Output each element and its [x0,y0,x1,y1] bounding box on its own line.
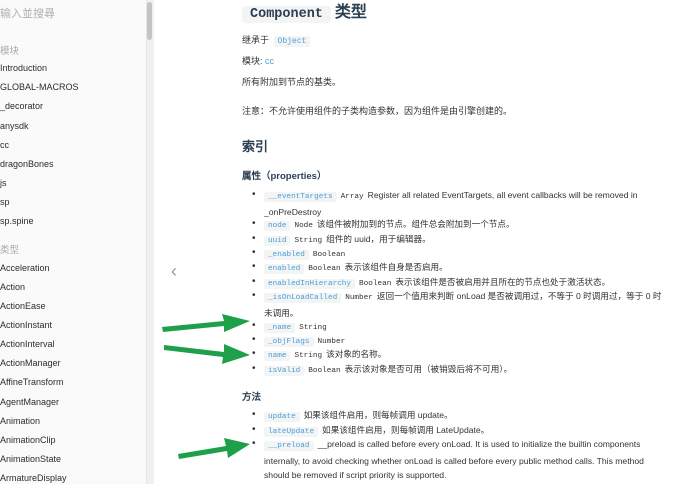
page-title: Component 类型 [242,0,367,23]
property-type[interactable]: Boolean [313,251,345,259]
description: 所有附加到节点的基类。 [242,77,342,87]
property-type[interactable]: Number [318,338,346,346]
sidebar-item-dragonbones[interactable]: dragonBones [0,159,54,169]
sidebar-item-armaturedisplay[interactable]: ArmatureDisplay [0,473,67,483]
property-name[interactable]: _objFlags [264,337,314,347]
sidebar-item-sp-spine[interactable]: sp.spine [0,216,34,226]
page-title-code: Component [242,6,331,23]
sidebar-item-cc[interactable]: cc [0,140,9,150]
sidebar-item-actioninterval[interactable]: ActionInterval [0,339,55,349]
sidebar-item-decorator[interactable]: _decorator [0,101,43,111]
method-name[interactable]: __preload [264,441,314,451]
sidebar-item-global-macros[interactable]: GLOBAL-MACROS [0,82,79,92]
property-type[interactable]: Boolean [308,265,340,273]
sidebar-item-animation[interactable]: Animation [0,416,40,426]
sidebar-item-actionease[interactable]: ActionEase [0,301,46,311]
property-name[interactable]: enabledInHierarchy [264,279,356,289]
sidebar-item-animationclip[interactable]: AnimationClip [0,435,56,445]
module-line: 模块: cc [242,54,274,67]
list-item: • isValid Boolean 表示该对象是否可用（被销毁后将不可用）。 [252,363,513,376]
property-type[interactable]: Node [294,222,312,230]
sidebar-section-modules: 模块 [0,46,20,57]
property-name[interactable]: node [264,221,291,231]
module-label: 模块: [242,56,263,66]
sidebar-item-sp[interactable]: sp [0,197,10,207]
property-desc: 表示该组件是否被启用并且所在的节点也处于激活状态。 [395,277,611,287]
sidebar-item-js[interactable]: js [0,178,7,188]
method-desc: 如果该组件启用，则每帧调用 LateUpdate。 [322,425,490,435]
green-arrow-icon [160,310,252,336]
sidebar-item-animationstate[interactable]: AnimationState [0,454,61,464]
property-type[interactable]: String [294,237,322,245]
list-item: • _isOnLoadCalled Number 返回一个值用来判断 onLoad … [252,290,662,318]
property-desc: 该组件被附加到的节点。组件总会附加到一个节点。 [316,219,515,229]
search-input[interactable]: 输入並搜尋 [0,5,55,21]
property-name[interactable]: uuid [264,236,291,246]
property-type[interactable]: Array [341,193,364,201]
property-name[interactable]: enabled [264,264,305,274]
page-title-suffix: 类型 [334,4,367,21]
sidebar-item-action[interactable]: Action [0,282,25,292]
sidebar-item-actionmanager[interactable]: ActionManager [0,358,61,368]
property-name[interactable]: __eventTargets [264,192,337,202]
sidebar-item-affinetransform[interactable]: AffineTransform [0,377,64,387]
sidebar-item-introduction[interactable]: Introduction [0,63,47,73]
property-name[interactable]: _isOnLoadCalled [264,293,342,303]
extends-link[interactable]: Object [273,36,311,47]
sidebar-item-agentmanager[interactable]: AgentManager [0,397,59,407]
list-item: • __preload __preload is called before ev… [252,438,644,480]
property-name[interactable]: isValid [264,366,305,376]
property-name[interactable]: _enabled [264,250,309,260]
sidebar-section-types: 类型 [0,245,20,256]
property-name[interactable]: _name [264,323,296,333]
property-type[interactable]: Boolean [308,367,340,375]
methods-heading: 方法 [242,392,262,403]
property-name[interactable]: name [264,351,291,361]
method-desc: __preload is called before every onLoad.… [264,439,644,480]
sidebar-item-actioninstant[interactable]: ActionInstant [0,320,52,330]
sidebar-item-acceleration[interactable]: Acceleration [0,263,50,273]
module-link[interactable]: cc [265,56,274,66]
method-name[interactable]: update [264,412,300,422]
sidebar-scrollbar-thumb[interactable] [147,2,152,40]
property-type[interactable]: Boolean [359,280,391,288]
extends-line: 继承于 Object [242,33,312,47]
property-type[interactable]: String [299,324,327,332]
method-desc: 如果该组件启用，则每帧调用 update。 [303,410,453,420]
sidebar-scrollbar[interactable] [146,0,154,484]
property-desc: 表示该组件自身是否启用。 [344,262,448,272]
property-desc: 组件的 uuid，用于编辑器。 [326,234,431,244]
property-desc: 表示该对象是否可用（被销毁后将不可用）。 [344,364,513,374]
green-arrow-icon [162,339,252,367]
extends-label: 继承于 [242,35,270,45]
note: 注意：不允许使用组件的子类构造参数，因为组件是由引擎创建的。 [242,106,513,116]
method-name[interactable]: lateUpdate [264,427,319,437]
chevron-left-icon[interactable]: ‹ [171,262,177,280]
property-type[interactable]: String [294,352,322,360]
green-arrow-icon [176,434,252,462]
list-item: • __eventTargets Array Register all relate… [252,189,638,217]
sidebar-item-anysdk[interactable]: anysdk [0,121,29,131]
main-content: Component 类型 继承于 Object 模块: cc 所有附加到节点的基类… [220,0,690,484]
properties-heading: 属性（properties） [242,171,327,182]
index-heading: 索引 [242,139,269,154]
property-type[interactable]: Number [345,294,373,302]
sidebar: 输入並搜尋 模块 Introduction GLOBAL-MACROS _dec… [0,0,146,484]
property-desc: 该对象的名称。 [326,349,387,359]
